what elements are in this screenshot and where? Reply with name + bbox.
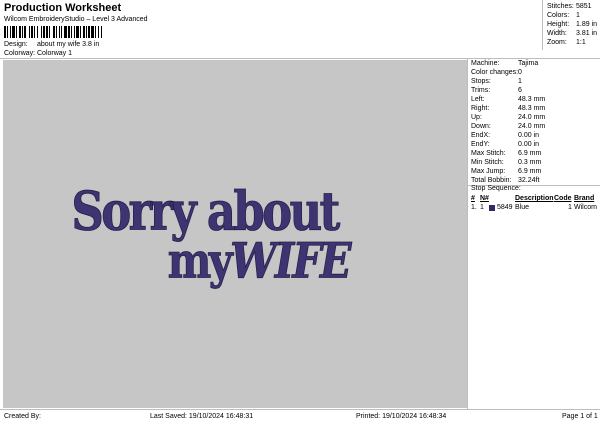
stop-sequence-label: Stop Sequence: [471, 185, 521, 192]
colors-label: Colors: [547, 12, 570, 19]
machine-row-value: 0 [518, 69, 522, 76]
zoom-value: 1:1 [576, 39, 586, 46]
machine-row-label: Min Stitch: [471, 159, 504, 166]
machine-row-value: 6.9 mm [518, 168, 542, 175]
colorway-label: Colorway: [4, 50, 36, 57]
summary-divider [542, 0, 543, 50]
machine-row-value: 48.3 mm [518, 105, 546, 112]
page-number: Page 1 of 1 [562, 413, 598, 420]
colors-value: 1 [576, 12, 580, 19]
header-divider [0, 58, 600, 59]
machine-row-label: Max Jump: [471, 168, 506, 175]
machine-row-value: 24.0 mm [518, 114, 546, 121]
thread-color-swatch [489, 205, 495, 211]
software-subtitle: Wilcom EmbroideryStudio – Level 3 Advanc… [4, 16, 148, 23]
machine-row-label: Trims: [471, 87, 491, 94]
machine-row-label: Max Stitch: [471, 150, 506, 157]
design-line-2-my: my [168, 232, 235, 289]
machine-row-value: 32.24ft [518, 177, 540, 184]
col-brand: Brand [574, 195, 595, 202]
row-needle: 1 [480, 204, 484, 211]
machine-row-label: Right: [471, 105, 490, 112]
design-label: Design: [4, 41, 28, 48]
machine-row-label: Left: [471, 96, 485, 103]
machine-row-label: Machine: [471, 60, 500, 67]
row-code: 1 [568, 204, 572, 211]
embroidery-design: Sorry about myWIFE [71, 180, 354, 290]
machine-row-value: 24.0 mm [518, 123, 546, 130]
row-index: 1. [471, 204, 477, 211]
machine-row-label: Total Bobbin: [471, 177, 512, 184]
machine-row-value: 1 [518, 78, 522, 85]
width-label: Width: [547, 30, 567, 37]
design-preview-canvas: Sorry about myWIFE [3, 60, 467, 408]
design-line-2: myWIFE [168, 232, 352, 289]
page-title: Production Worksheet [4, 2, 122, 14]
machine-row-label: Down: [471, 123, 491, 130]
height-value: 1.89 in [576, 21, 598, 28]
height-label: Height: [547, 21, 570, 28]
row-brand: Wilcom [574, 204, 597, 211]
panel-divider [467, 59, 468, 409]
colorway-value: Colorway 1 [37, 50, 73, 57]
width-value: 3.81 in [576, 30, 598, 37]
created-by: Created By: [4, 413, 41, 420]
machine-row-value: 48.3 mm [518, 96, 546, 103]
printed-date: Printed: 19/10/2024 16:48:34 [356, 413, 447, 420]
zoom-label: Zoom: [547, 39, 567, 46]
machine-row-value: Tajima [518, 60, 539, 67]
machine-row-label: Up: [471, 114, 482, 121]
machine-row-value: 6 [518, 87, 522, 94]
col-description: Description [515, 195, 554, 202]
barcode [4, 26, 159, 38]
row-stitches: 5849 [497, 204, 513, 211]
col-needle: N# [480, 195, 489, 202]
col-code: Code [554, 195, 572, 202]
col-index: # [471, 195, 475, 202]
stitches-label: Stitches: [547, 3, 574, 10]
last-saved: Last Saved: 19/10/2024 16:48:31 [150, 413, 254, 420]
design-line-2-wife: WIFE [230, 232, 352, 289]
machine-row-label: EndX: [471, 132, 491, 139]
machine-row-value: 0.00 in [518, 132, 540, 139]
design-value: about my wife 3.8 in [37, 41, 100, 48]
row-description: Blue [515, 204, 530, 211]
machine-row-value: 0.3 mm [518, 159, 542, 166]
stitches-value: 5851 [576, 3, 592, 10]
footer-divider [0, 409, 600, 410]
machine-row-label: Stops: [471, 78, 491, 85]
machine-row-label: EndY: [471, 141, 490, 148]
machine-row-value: 0.00 in [518, 141, 540, 148]
machine-row-label: Color changes: [471, 69, 519, 76]
machine-row-value: 6.9 mm [518, 150, 542, 157]
